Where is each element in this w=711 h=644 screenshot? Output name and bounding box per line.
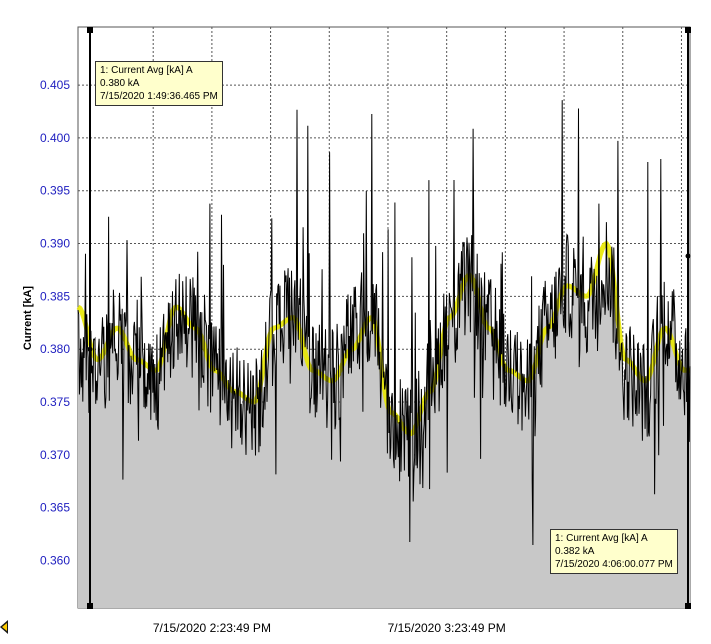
y-tick-label: 0.405 <box>40 78 70 92</box>
y-tick-label: 0.365 <box>40 501 70 515</box>
tooltip-value: 0.382 kA <box>555 546 595 557</box>
y-axis-ticks: 0.360 0.365 0.370 0.375 0.380 0.385 0.390 0.395… <box>40 78 70 567</box>
tooltip-value: 0.380 kA <box>100 78 140 89</box>
cursor-tooltip-left: 1: Current Avg [kA] A 0.380 kA 7/15/2020… <box>95 61 223 106</box>
y-tick-label: 0.360 <box>40 553 70 567</box>
y-tick-label: 0.375 <box>40 395 70 409</box>
y-tick-label: 0.395 <box>40 184 70 198</box>
cursor-handle-top[interactable] <box>87 27 93 33</box>
x-tick-label: 7/15/2020 2:23:49 PM <box>153 621 271 635</box>
tooltip-time: 7/15/2020 1:49:36.465 PM <box>100 91 218 102</box>
y-tick-label: 0.385 <box>40 289 70 303</box>
cursor-marker <box>87 346 93 352</box>
y-tick-label: 0.380 <box>40 342 70 356</box>
tooltip-series-label: 1: Current Avg [kA] A <box>555 533 648 544</box>
y-axis-label: Current [kA] <box>22 286 34 351</box>
cursor-handle-top[interactable] <box>685 27 691 33</box>
tooltip-series-label: 1: Current Avg [kA] A <box>100 65 193 76</box>
x-tick-label: 7/15/2020 3:23:49 PM <box>388 621 506 635</box>
cursor-marker <box>685 253 691 259</box>
y-tick-label: 0.400 <box>40 131 70 145</box>
cursor-handle-bottom[interactable] <box>685 603 691 609</box>
y-tick-label: 0.370 <box>40 448 70 462</box>
y-tick-label: 0.390 <box>40 237 70 251</box>
scroll-left-button[interactable] <box>0 618 10 636</box>
cursor-handle-bottom[interactable] <box>87 603 93 609</box>
x-axis-ticks: 7/15/2020 2:23:49 PM 7/15/2020 3:23:49 PM <box>153 621 506 635</box>
tooltip-time: 7/15/2020 4:06:00.077 PM <box>555 559 673 570</box>
cursor-tooltip-right: 1: Current Avg [kA] A 0.382 kA 7/15/2020… <box>550 529 678 574</box>
